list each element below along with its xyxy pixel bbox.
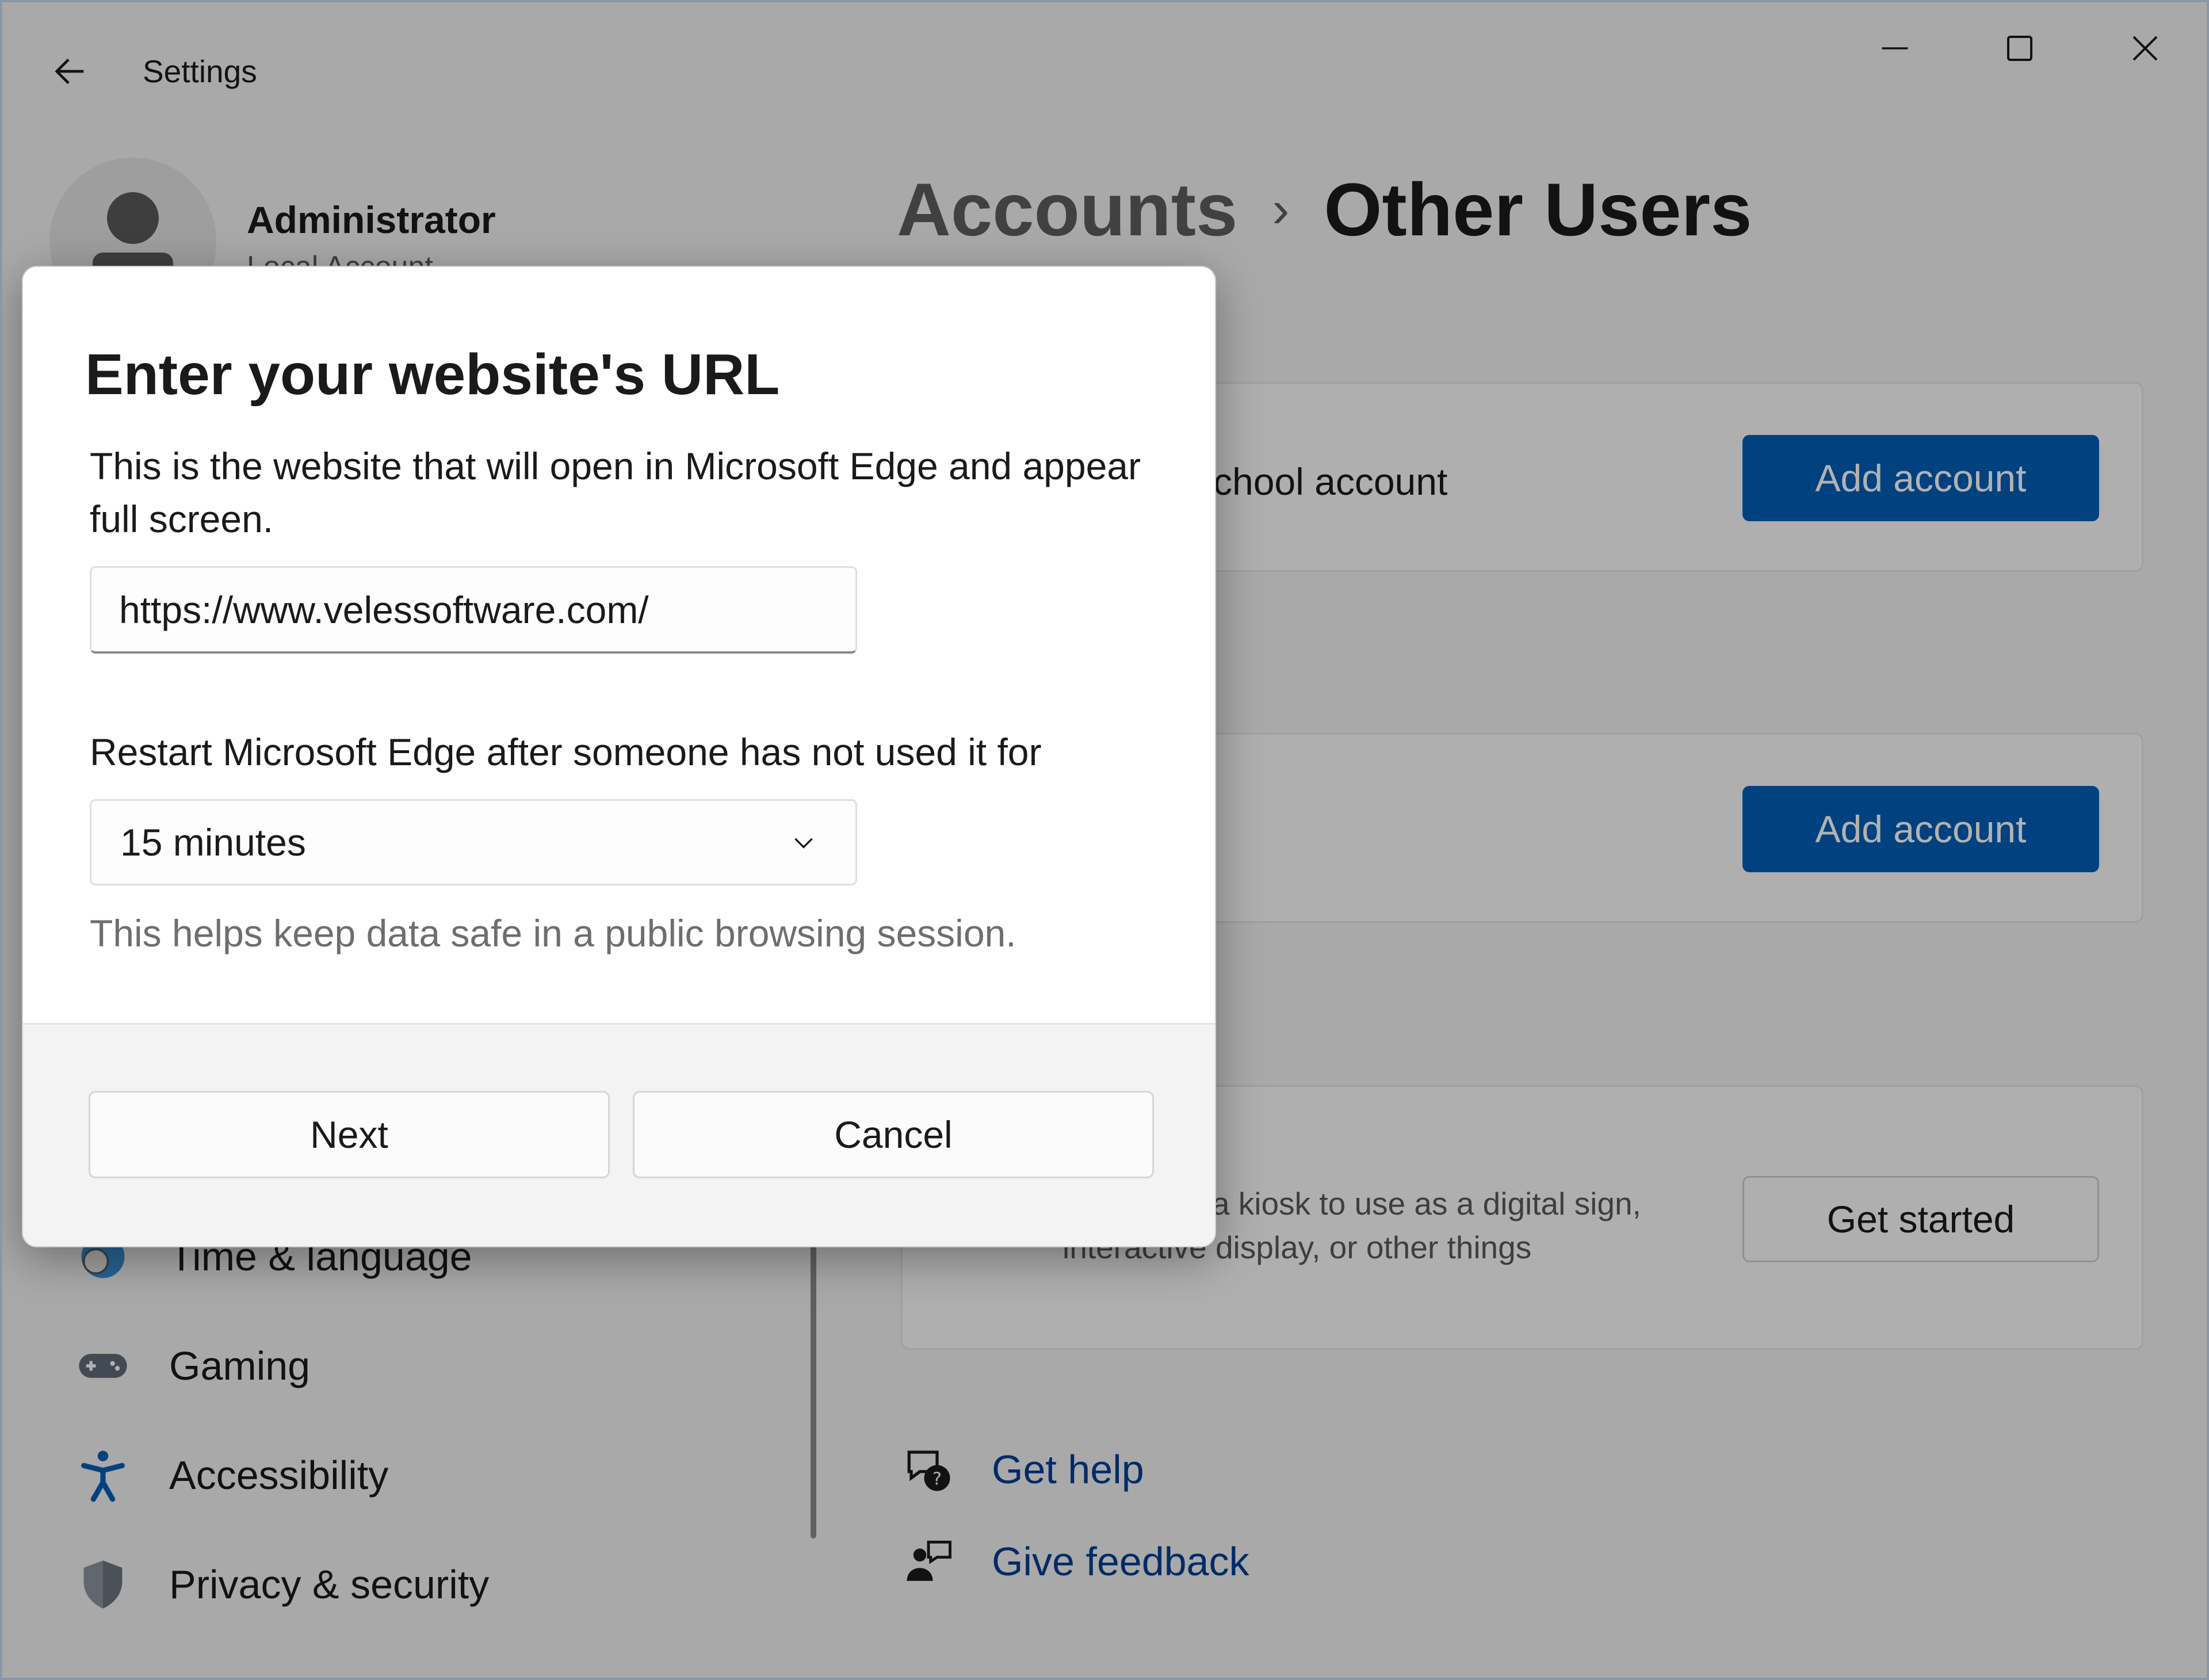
restart-timeout-value: 15 minutes xyxy=(120,821,306,864)
dialog-title: Enter your website's URL xyxy=(85,342,780,407)
settings-window: Settings Administrator Local Account Tim… xyxy=(0,0,2209,1680)
next-button[interactable]: Next xyxy=(89,1091,610,1178)
dialog-description: This is the website that will open in Mi… xyxy=(90,445,1141,540)
restart-timeout-dropdown[interactable]: 15 minutes xyxy=(90,799,857,885)
helper-text: This helps keep data safe in a public br… xyxy=(90,912,1016,954)
kiosk-url-dialog: Enter your website's URL This is the web… xyxy=(22,266,1216,1247)
url-input[interactable] xyxy=(90,566,857,654)
cancel-button[interactable]: Cancel xyxy=(633,1091,1154,1178)
restart-label: Restart Microsoft Edge after someone has… xyxy=(90,731,1042,773)
dialog-footer: Next Cancel xyxy=(23,1023,1215,1246)
chevron-down-icon xyxy=(781,819,827,865)
